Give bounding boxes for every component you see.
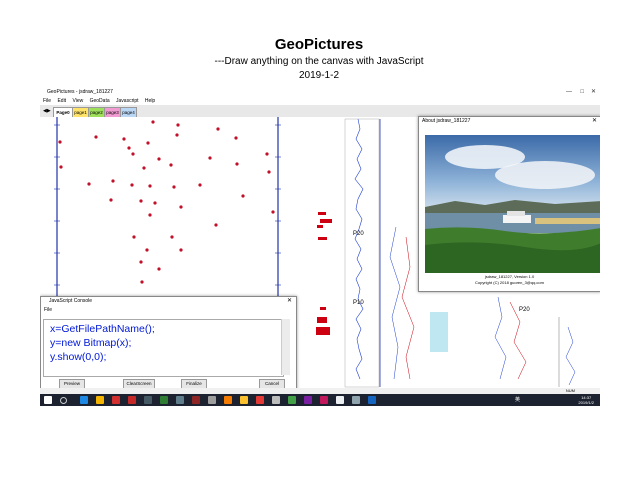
visual-studio-icon[interactable] [304,396,312,404]
menu-help[interactable]: Help [145,98,155,104]
app-icon-11[interactable] [288,396,296,404]
menu-view[interactable]: View [72,98,83,104]
menu-geodata[interactable]: GeoData [90,98,110,104]
javascript-console: JavaScript Console ✕ File x=GetFilePathN… [40,296,297,391]
menu-file[interactable]: File [43,98,51,104]
windows-taskbar: 英 14:37 2019/1/2 [40,394,600,406]
lake-photo [425,135,600,273]
app-icon-14[interactable] [352,396,360,404]
well-label-p20: P20 [353,231,364,237]
app-icon-12[interactable] [320,396,328,404]
about-copyright: Copyright (C) 2018 guoren_3@qq.com [475,280,544,285]
app-icon-5[interactable] [176,396,184,404]
app-icon-10[interactable] [272,396,280,404]
maximize-icon[interactable]: □ [580,88,584,97]
system-clock[interactable]: 14:37 2019/1/2 [578,395,594,405]
edge-icon[interactable] [80,396,88,404]
console-title: JavaScript Console [49,298,93,304]
app-icon-13[interactable] [336,396,344,404]
slide-title: GeoPictures [274,36,364,53]
about-dialog: About jsdraw_181227 ✕ jsdraw_181227, Ver… [418,116,600,292]
clock-date: 2019/1/2 [578,400,594,405]
console-titlebar: JavaScript Console ✕ [41,297,296,306]
input-language[interactable]: 英 [515,396,520,403]
app-icon-15[interactable] [368,396,376,404]
lake-photo-drawing [425,135,600,273]
about-version: jsdraw_181227, Version 1.0 [484,274,535,279]
app-icon-2[interactable] [128,396,136,404]
console-menu-file[interactable]: File [44,307,52,313]
menu-edit[interactable]: Edit [57,98,66,104]
tab-page1[interactable]: page1 [72,107,89,117]
start-icon[interactable] [44,396,52,404]
menu-javascript[interactable]: Javascript [116,98,139,104]
app-icon-8[interactable] [240,396,248,404]
console-close-icon[interactable]: ✕ [287,297,292,306]
app-icon-6[interactable] [192,396,200,404]
slide-date: 2019-1-2 [298,70,340,81]
close-icon[interactable]: ✕ [591,88,596,97]
well-label-p10: P10 [353,300,364,306]
window-title: GeoPictures - jsdraw_181227 [47,89,113,95]
app-icon-1[interactable] [112,396,120,404]
slide-subtitle: ---Draw anything on the canvas with Java… [214,56,424,67]
app-icon-4[interactable] [160,396,168,404]
explorer-icon[interactable] [96,396,104,404]
app-icon-9[interactable] [256,396,264,404]
menu-bar: File Edit View GeoData Javascript Help [40,97,600,105]
window-titlebar: GeoPictures - jsdraw_181227 — □ ✕ [40,88,600,97]
app-screenshot: GeoPictures - jsdraw_181227 — □ ✕ File E… [40,88,600,406]
console-scrollbar[interactable] [281,319,290,375]
about-title: About jsdraw_181227 [422,118,471,124]
code-line-1: x=GetFilePathName(); [50,323,155,335]
tab-page2[interactable]: page2 [88,107,105,117]
app-icon-7[interactable] [208,396,216,404]
search-icon[interactable] [60,397,67,404]
well-label-p20-right: P20 [519,307,530,313]
tab-page3[interactable]: page3 [104,107,121,117]
vlc-icon[interactable] [224,396,232,404]
about-close-icon[interactable]: ✕ [592,117,597,124]
tab-scroll-icon[interactable]: ◀▶ [43,108,51,114]
tab-page4[interactable]: page4 [120,107,137,117]
code-line-3: y.show(0,0); [50,351,107,363]
code-line-2: y=new Bitmap(x); [50,337,132,349]
code-editor[interactable]: x=GetFilePathName(); y=new Bitmap(x); y.… [43,319,284,377]
tab-page0[interactable]: Page0 [53,107,73,117]
app-icon-3[interactable] [144,396,152,404]
minimize-icon[interactable]: — [566,88,572,97]
